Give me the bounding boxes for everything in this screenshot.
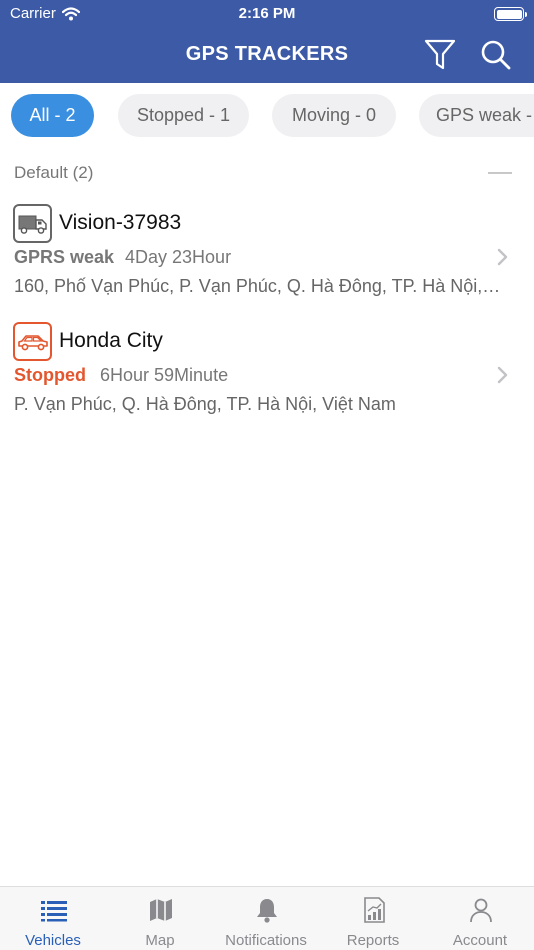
filter-button[interactable] — [422, 38, 458, 72]
tab-label: Account — [452, 932, 508, 949]
collapse-icon[interactable] — [488, 172, 512, 174]
user-icon — [470, 898, 492, 923]
list-icon — [41, 901, 67, 922]
filter-icon — [424, 39, 456, 70]
tab-notifications[interactable]: Notifications — [213, 887, 319, 950]
bell-icon — [257, 899, 277, 923]
search-icon — [481, 40, 511, 70]
tab-vehicles[interactable]: Vehicles — [0, 887, 106, 950]
vehicle-address: 160, Phố Vạn Phúc, P. Vạn Phúc, Q. Hà Đô… — [14, 276, 504, 296]
group-header[interactable]: Default (2) — [0, 158, 534, 188]
vehicle-name: Vision-37983 — [59, 211, 182, 234]
tab-reports[interactable]: Reports — [320, 887, 426, 950]
chip-stopped[interactable]: Stopped - 1 — [118, 94, 249, 137]
vehicle-address: P. Vạn Phúc, Q. Hà Đông, TP. Hà Nội, Việ… — [14, 394, 396, 414]
reports-icon — [364, 897, 385, 923]
chevron-right-icon — [497, 248, 508, 266]
map-icon — [150, 899, 172, 921]
vehicle-status: Stopped — [14, 365, 86, 385]
chip-all[interactable]: All - 2 — [11, 94, 94, 137]
group-title: Default (2) — [14, 163, 94, 182]
status-bar: Carrier 2:16 PM — [0, 0, 534, 28]
tab-label: Reports — [346, 932, 400, 949]
tab-label: Map — [145, 932, 175, 949]
chevron-right-icon — [497, 366, 508, 384]
chip-gps-weak[interactable]: GPS weak - — [419, 94, 534, 137]
vehicle-name: Honda City — [59, 329, 163, 352]
chip-moving[interactable]: Moving - 0 — [272, 94, 396, 137]
search-button[interactable] — [478, 38, 514, 72]
tab-map[interactable]: Map — [107, 887, 213, 950]
truck-icon — [13, 204, 52, 243]
tab-label: Notifications — [225, 932, 307, 949]
app-header: Carrier 2:16 PM GPS TRACKERS — [0, 0, 534, 83]
car-icon — [13, 322, 52, 361]
vehicle-status: GPRS weak — [14, 247, 115, 267]
vehicle-row[interactable]: Honda City Stopped 6Hour 59Minute P. Vạn… — [0, 318, 534, 428]
vehicle-duration: 6Hour 59Minute — [100, 365, 229, 385]
vehicle-duration: 4Day 23Hour — [125, 247, 232, 267]
tab-bar: Vehicles Map Notifications Reports Accou… — [0, 886, 534, 950]
filter-chips: All - 2 Stopped - 1 Moving - 0 GPS weak … — [0, 83, 534, 149]
tab-account[interactable]: Account — [427, 887, 533, 950]
status-time: 2:16 PM — [238, 5, 296, 22]
vehicle-row[interactable]: Vision-37983 GPRS weak 4Day 23Hour 160, … — [0, 200, 534, 310]
battery-icon — [494, 7, 527, 21]
tab-label: Vehicles — [25, 932, 81, 949]
